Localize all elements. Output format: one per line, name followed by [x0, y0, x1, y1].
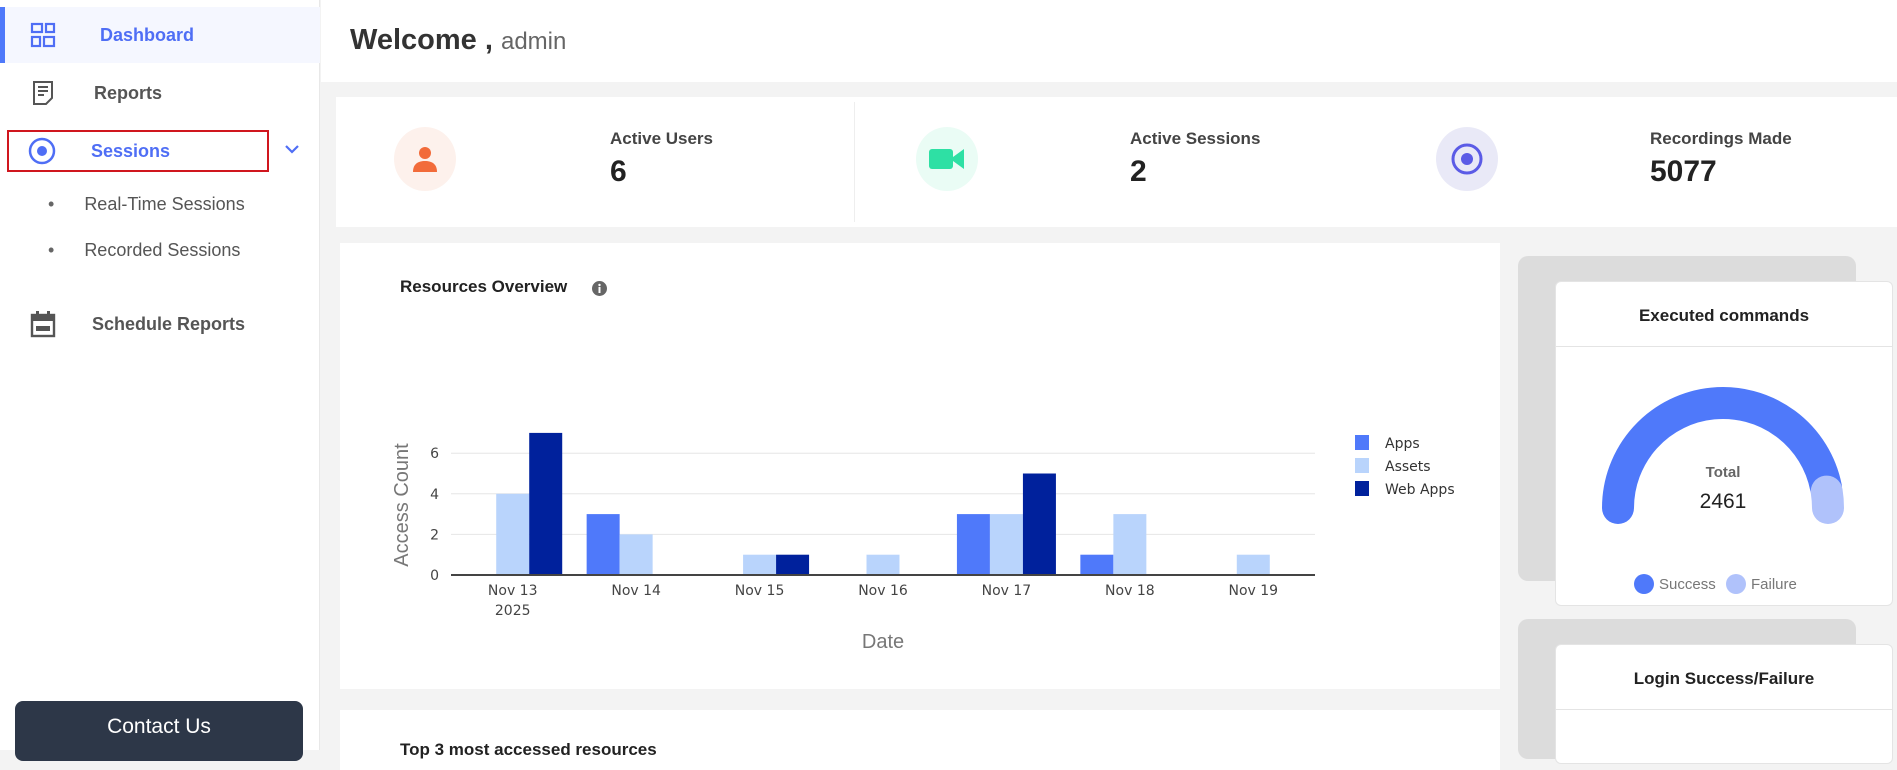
top-resources-card: Top 3 most accessed resources: [340, 710, 1500, 770]
x-axis-title: Date: [862, 631, 904, 653]
gauge-segment-failure: [1810, 475, 1844, 524]
x-tick-label: Nov 15: [735, 583, 785, 599]
sidebar-item-dashboard[interactable]: Dashboard: [0, 7, 320, 63]
sidebar: Dashboard Reports Sessions Real-Time Ses…: [0, 0, 320, 761]
bar-apps: [956, 514, 990, 575]
x-tick-label: Nov 13: [488, 583, 538, 599]
y-tick-label: 4: [430, 487, 439, 503]
x-tick-label: Nov 18: [1105, 583, 1155, 599]
calendar-icon: [28, 309, 58, 339]
legend-swatch: [1355, 435, 1369, 450]
legend-swatch: [1355, 481, 1369, 496]
dashboard-grid-icon: [28, 20, 58, 50]
username: admin: [500, 28, 567, 55]
gauge-total-value: 2461: [1700, 490, 1747, 513]
sidebar-item-label: Reports: [94, 82, 163, 103]
card-title: Login Success/Failure: [1556, 645, 1892, 710]
divider: [854, 102, 855, 222]
stat-active-users: Active Users 6: [336, 97, 856, 227]
bar-assets: [619, 534, 653, 575]
user-icon: [394, 127, 456, 191]
bar-assets: [989, 514, 1023, 575]
stat-recordings-made: Recordings Made 5077: [1376, 97, 1896, 227]
record-circle-icon: [27, 136, 57, 166]
sidebar-subitem-recorded-sessions[interactable]: Recorded Sessions: [48, 240, 240, 261]
sidebar-subitem-real-time-sessions[interactable]: Real-Time Sessions: [48, 194, 244, 215]
executed-commands-card: Executed commands Total 2461 Success Failur…: [1555, 281, 1893, 606]
sidebar-item-label: Sessions: [91, 140, 171, 161]
record-circle-icon: [1436, 127, 1498, 191]
legend-swatch: [1634, 574, 1654, 594]
video-camera-icon: [916, 127, 978, 191]
sidebar-item-schedule-reports[interactable]: Schedule Reports: [0, 302, 320, 346]
sidebar-item-reports[interactable]: Reports: [0, 70, 320, 116]
sidebar-item-sessions[interactable]: Sessions: [7, 130, 269, 172]
bar-apps: [1080, 554, 1114, 575]
bar-assets: [743, 554, 777, 575]
page-title: Welcome , admin: [350, 24, 567, 56]
contact-us-button[interactable]: Contact Us: [15, 701, 303, 761]
legend-label: Web Apps: [1385, 482, 1455, 498]
card-title: Top 3 most accessed resources: [400, 740, 657, 759]
legend-label: Failure: [1751, 576, 1797, 593]
gauge-center-label: Total: [1706, 464, 1741, 481]
resources-overview-card: Resources Overview 0 2 4 6 Nov 13 2025 Nov 14 N…: [340, 243, 1500, 689]
x-tick-label: 2025: [495, 603, 531, 619]
sidebar-item-label: Dashboard: [100, 24, 195, 45]
legend-label: Apps: [1385, 436, 1420, 452]
executed-commands-gauge: Total 2461 Success Failure: [1602, 387, 1844, 594]
bar-web-apps: [776, 554, 810, 575]
y-tick-label: 6: [430, 446, 439, 462]
bar-apps: [586, 514, 620, 575]
chevron-down-icon[interactable]: [284, 142, 300, 160]
x-tick-label: Nov 19: [1228, 583, 1278, 599]
header: Welcome , admin: [321, 0, 1897, 82]
bar-assets: [496, 493, 530, 575]
bar-web-apps: [529, 432, 563, 575]
legend-label: Assets: [1385, 459, 1431, 475]
resources-bar-chart: 0 2 4 6 Nov 13 2025 Nov 14 Nov 15 Nov 16 Nov 17 No…: [391, 432, 1455, 653]
sidebar-item-label: Schedule Reports: [92, 313, 246, 334]
report-document-icon: [28, 78, 58, 108]
y-axis-title: Access Count: [391, 443, 413, 567]
bar-web-apps: [1022, 473, 1056, 575]
card-title: Executed commands: [1556, 282, 1892, 347]
legend-label: Success: [1659, 576, 1716, 593]
x-tick-label: Nov 17: [982, 583, 1032, 599]
y-tick-label: 0: [430, 568, 439, 584]
bar-assets: [1236, 554, 1270, 575]
x-tick-label: Nov 16: [858, 583, 908, 599]
legend-swatch: [1726, 574, 1746, 594]
x-tick-label: Nov 14: [611, 583, 661, 599]
legend-swatch: [1355, 458, 1369, 473]
bar-assets: [1113, 514, 1147, 575]
login-success-failure-card: Login Success/Failure: [1555, 644, 1893, 764]
y-tick-label: 2: [430, 527, 439, 543]
stats-panel: Active Users 6 Active Sessions 2 Recordi…: [336, 97, 1897, 227]
bar-assets: [866, 554, 900, 575]
stat-active-sessions: Active Sessions 2: [856, 97, 1376, 227]
